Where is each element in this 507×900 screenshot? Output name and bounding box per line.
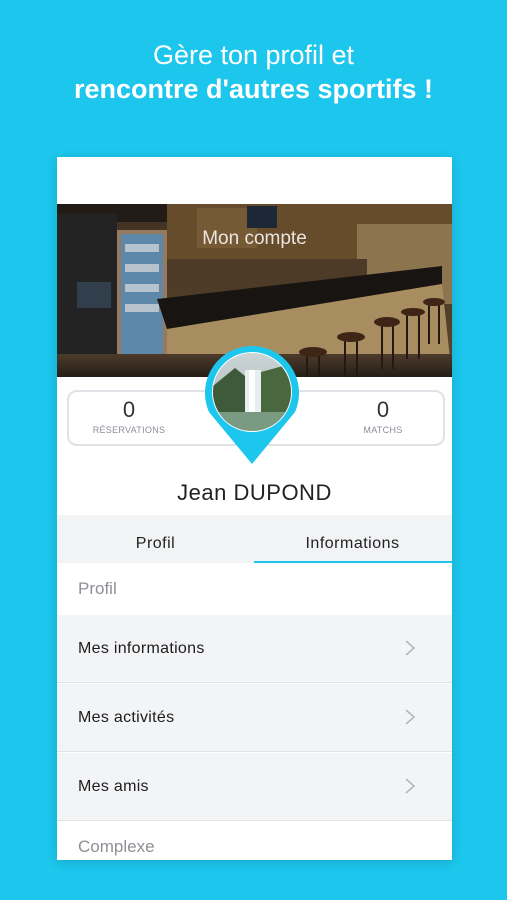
profile-tabs: Profil Informations xyxy=(57,515,452,563)
chevron-right-icon xyxy=(405,778,416,794)
matchs-label: MATCHS xyxy=(363,425,403,435)
reservations-stat[interactable]: 0 RÉSERVATIONS xyxy=(69,397,189,436)
list-item-label: Mes amis xyxy=(78,778,149,795)
headline-line-2: rencontre d'autres sportifs ! xyxy=(74,74,433,104)
list-item-label: Mes informations xyxy=(78,640,205,657)
tab-profil[interactable]: Profil xyxy=(57,515,254,563)
cover-title: Mon compte xyxy=(202,228,307,249)
user-name: Jean DUPOND xyxy=(177,480,332,505)
tab-informations-label: Informations xyxy=(305,535,400,552)
headline-line-1: Gère ton profil et xyxy=(152,40,355,70)
phone-screen: Mon compte 0 RÉSERVATIONS 0 MATCHS Jean … xyxy=(57,157,452,860)
matchs-count: 0 xyxy=(376,397,390,422)
chevron-right-icon xyxy=(405,640,416,656)
reservations-label: RÉSERVATIONS xyxy=(92,425,166,435)
tab-informations[interactable]: Informations xyxy=(254,515,452,563)
section-header-complexe: Complexe xyxy=(57,821,452,860)
chevron-right-icon xyxy=(405,709,416,725)
list-item-mes-informations[interactable]: Mes informations xyxy=(57,615,452,683)
reservations-count: 0 xyxy=(122,397,136,422)
avatar[interactable] xyxy=(205,346,299,464)
list-item-label: Mes activités xyxy=(78,709,175,726)
tab-profil-label: Profil xyxy=(135,535,176,552)
list-item-mes-amis[interactable]: Mes amis xyxy=(57,753,452,821)
promo-headline: Gère ton profil et rencontre d'autres sp… xyxy=(0,38,507,106)
list-item-mes-activites[interactable]: Mes activités xyxy=(57,684,452,752)
matchs-stat[interactable]: 0 MATCHS xyxy=(323,397,443,436)
section-header-profil: Profil xyxy=(57,563,452,615)
